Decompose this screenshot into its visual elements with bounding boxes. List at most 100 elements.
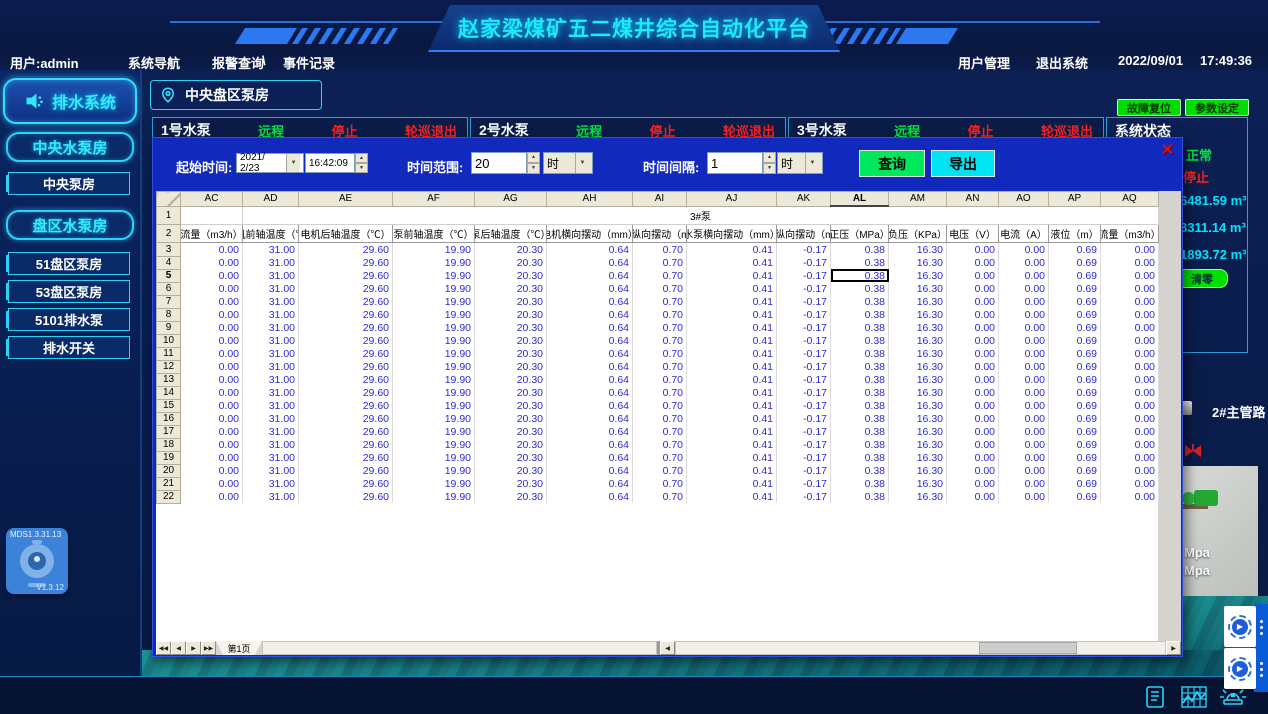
cell[interactable]: 0.00	[1101, 334, 1159, 347]
cell[interactable]: 0.69	[1049, 425, 1101, 438]
row-header[interactable]: 10	[157, 334, 181, 347]
cell[interactable]: 31.00	[243, 438, 299, 451]
cell[interactable]: 0.00	[1101, 386, 1159, 399]
cell[interactable]: 0.70	[633, 477, 687, 490]
cell[interactable]: 19.90	[393, 490, 475, 503]
cell[interactable]: 0.00	[999, 295, 1049, 308]
cell[interactable]: 0.38	[831, 464, 889, 477]
cell[interactable]: 0.00	[947, 295, 999, 308]
cell[interactable]: 0.00	[181, 334, 243, 347]
param-setting-button[interactable]: 参数设定	[1185, 99, 1249, 116]
cell[interactable]: 31.00	[243, 282, 299, 295]
cell[interactable]: 0.00	[999, 269, 1049, 282]
cell[interactable]: 20.30	[475, 308, 547, 321]
cell[interactable]: 0.41	[687, 360, 777, 373]
row-header[interactable]: 14	[157, 386, 181, 399]
cell[interactable]: 0.00	[181, 451, 243, 464]
cell[interactable]: 16.30	[889, 490, 947, 503]
cell[interactable]: 0.38	[831, 438, 889, 451]
column-header[interactable]: AI	[633, 192, 687, 207]
cell[interactable]: 0.41	[687, 490, 777, 503]
cell[interactable]: 0.69	[1049, 308, 1101, 321]
fault-reset-button[interactable]: 故障复位	[1117, 99, 1181, 116]
cell[interactable]: 0.00	[999, 360, 1049, 373]
cell[interactable]: 0.69	[1049, 438, 1101, 451]
hscroll-right-arrow[interactable]: ▶	[1166, 641, 1181, 655]
cell[interactable]: 0.00	[181, 295, 243, 308]
cell[interactable]: 19.90	[393, 295, 475, 308]
field-header-cell[interactable]: 电机后轴温度（℃）	[299, 225, 393, 243]
row-header[interactable]: 17	[157, 425, 181, 438]
cell[interactable]: 0.38	[831, 269, 889, 282]
cell[interactable]: 19.90	[393, 451, 475, 464]
cell[interactable]: 29.60	[299, 399, 393, 412]
export-button[interactable]: 导出	[931, 150, 995, 177]
cell[interactable]: 16.30	[889, 399, 947, 412]
cell[interactable]: 0.41	[687, 282, 777, 295]
field-header-cell[interactable]: 正压（MPa）	[831, 225, 889, 243]
cell[interactable]: 29.60	[299, 282, 393, 295]
cell[interactable]: 0.41	[687, 373, 777, 386]
cell[interactable]: 0.70	[633, 425, 687, 438]
cell[interactable]: -0.17	[777, 399, 831, 412]
cell[interactable]: 16.30	[889, 282, 947, 295]
cell[interactable]: 0.69	[1049, 269, 1101, 282]
cell[interactable]: 0.38	[831, 347, 889, 360]
cell[interactable]: 0.64	[547, 360, 633, 373]
cell[interactable]: 20.30	[475, 425, 547, 438]
cell[interactable]: 0.00	[947, 347, 999, 360]
sidebar-item-drain-switch[interactable]: 排水开关	[8, 336, 130, 359]
row-header[interactable]: 9	[157, 321, 181, 334]
cell[interactable]: 19.90	[393, 412, 475, 425]
start-time-spinner[interactable]: ▲▼	[355, 153, 368, 173]
cell[interactable]: 0.00	[947, 477, 999, 490]
cell[interactable]: 19.90	[393, 360, 475, 373]
field-header-cell[interactable]: 流量（m3/h）	[1101, 225, 1159, 243]
cell[interactable]: 20.30	[475, 438, 547, 451]
cell[interactable]: 19.90	[393, 269, 475, 282]
column-header[interactable]: AC	[181, 192, 243, 207]
cell[interactable]: 0.69	[1049, 321, 1101, 334]
cell[interactable]: 0.41	[687, 308, 777, 321]
row-header[interactable]: 13	[157, 373, 181, 386]
cell[interactable]: 0.70	[633, 256, 687, 269]
cell[interactable]: 0.00	[999, 256, 1049, 269]
cell[interactable]: 19.90	[393, 425, 475, 438]
cell[interactable]: 0.00	[999, 321, 1049, 334]
cell[interactable]: 19.90	[393, 438, 475, 451]
cell[interactable]: 0.38	[831, 477, 889, 490]
cell[interactable]: 31.00	[243, 477, 299, 490]
cell[interactable]: 0.41	[687, 464, 777, 477]
group-header-cell[interactable]: 3#泵	[243, 206, 1159, 225]
cell[interactable]: -0.17	[777, 451, 831, 464]
cell[interactable]: 16.30	[889, 438, 947, 451]
field-header-cell[interactable]: 电压（V）	[947, 225, 999, 243]
cell[interactable]: 0.00	[181, 438, 243, 451]
field-header-cell[interactable]: 电流（A）	[999, 225, 1049, 243]
tile-1-menu-dots[interactable]	[1258, 620, 1264, 635]
cell[interactable]: 0.64	[547, 308, 633, 321]
cell[interactable]: 0.69	[1049, 490, 1101, 503]
sidebar-group-panel-pumphouse[interactable]: 盘区水泵房	[6, 210, 134, 240]
cell[interactable]: 29.60	[299, 243, 393, 257]
cell[interactable]: 31.00	[243, 490, 299, 503]
cell[interactable]: 20.30	[475, 360, 547, 373]
cell[interactable]: 0.00	[999, 412, 1049, 425]
chevron-down-icon[interactable]: ▼	[805, 153, 819, 173]
column-header[interactable]: AF	[393, 192, 475, 207]
cell[interactable]: 20.30	[475, 243, 547, 257]
cell[interactable]: 0.00	[1101, 451, 1159, 464]
cell[interactable]: 16.30	[889, 269, 947, 282]
cell[interactable]: 0.00	[181, 282, 243, 295]
cell[interactable]: -0.17	[777, 243, 831, 257]
cell[interactable]: 0.00	[999, 373, 1049, 386]
cell[interactable]: 29.60	[299, 386, 393, 399]
field-header-cell[interactable]: 电机横向摆动（mm）	[547, 225, 633, 243]
cell[interactable]: 0.00	[947, 438, 999, 451]
menu-user-management[interactable]: 用户管理	[958, 53, 1010, 72]
cell[interactable]: 0.00	[181, 347, 243, 360]
cell[interactable]: 0.70	[633, 269, 687, 282]
cell[interactable]: 29.60	[299, 477, 393, 490]
cell[interactable]: 0.38	[831, 308, 889, 321]
cell[interactable]: 19.90	[393, 334, 475, 347]
